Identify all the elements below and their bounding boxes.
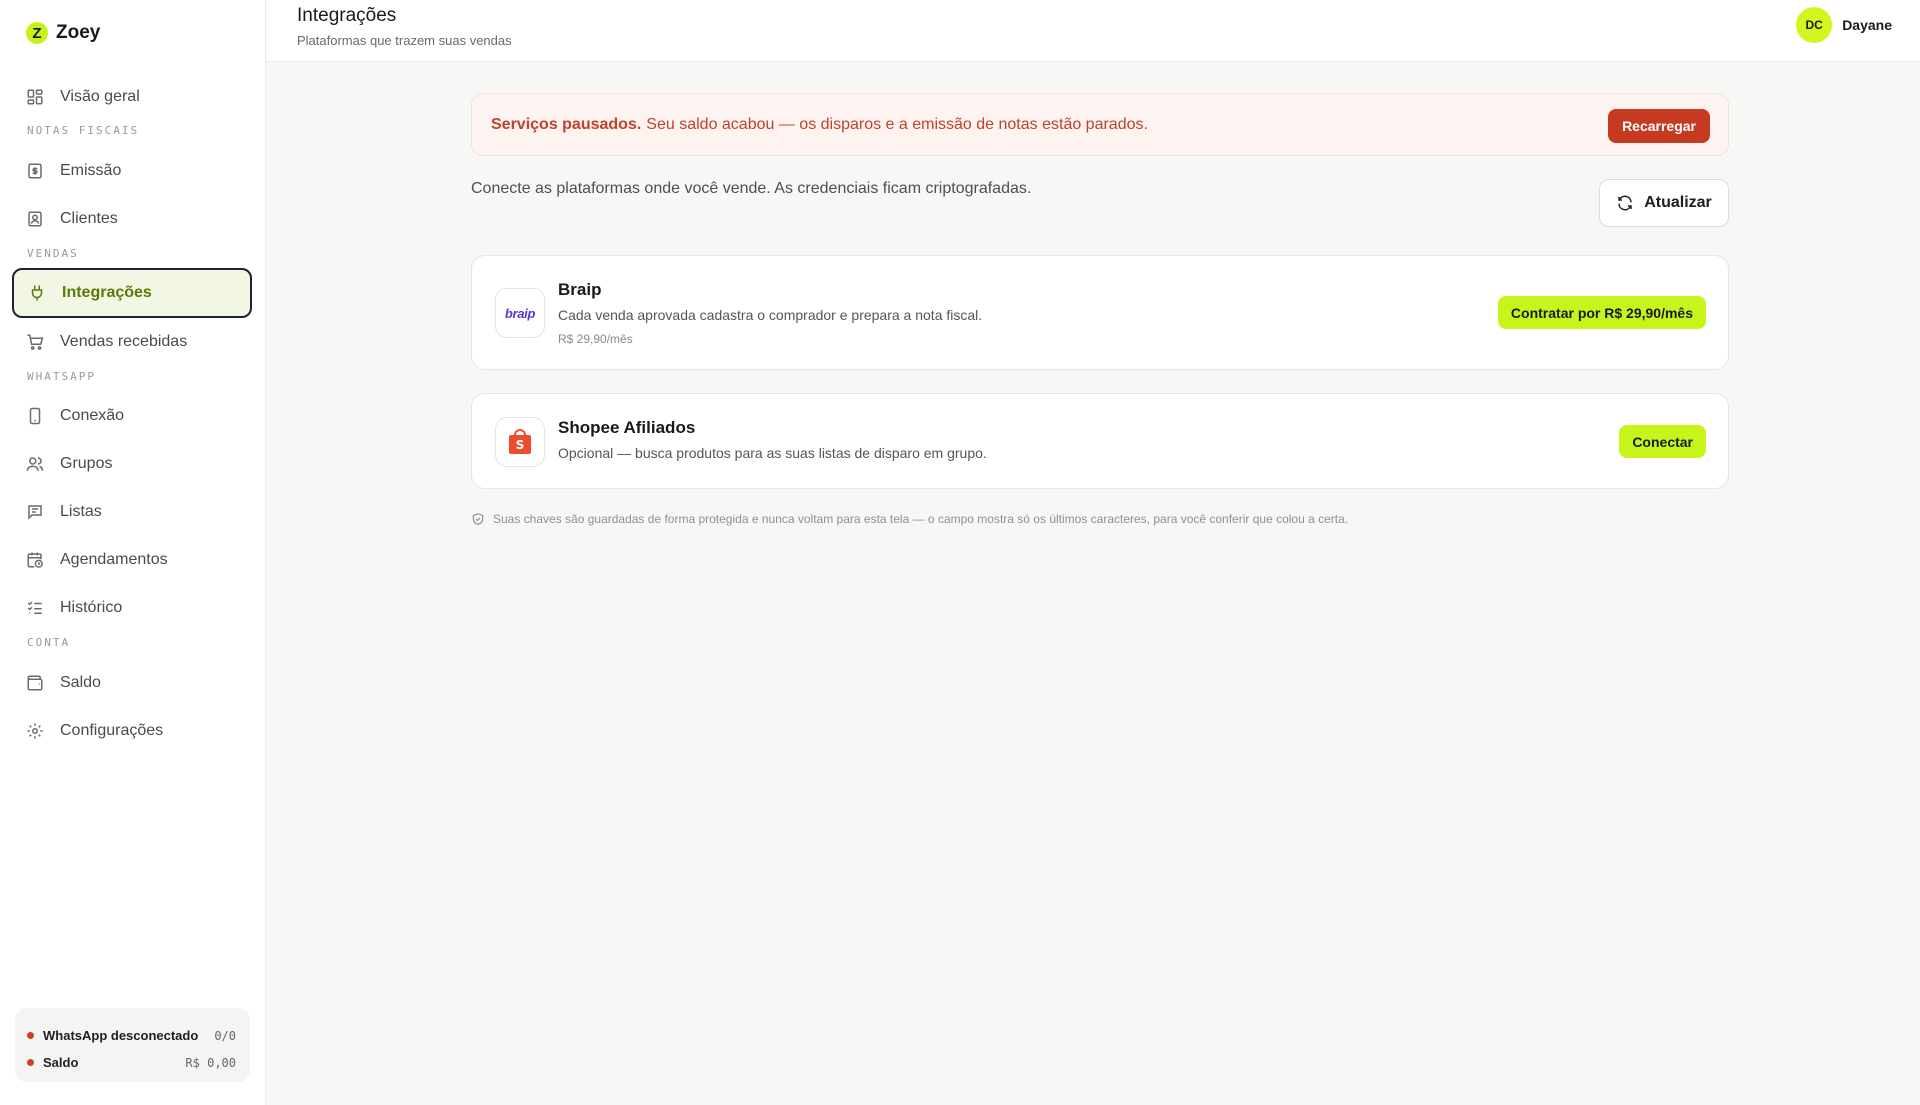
sidebar-item-clientes[interactable]: Clientes <box>12 194 252 244</box>
status-dot-icon <box>27 1059 34 1066</box>
sidebar-item-historico[interactable]: Histórico <box>12 583 252 633</box>
message-list-icon <box>26 503 44 521</box>
wallet-icon <box>26 674 44 692</box>
sidebar-item-conexao[interactable]: Conexão <box>12 391 252 441</box>
saldo-status-label: Saldo <box>43 1055 79 1070</box>
grid-icon <box>26 88 44 106</box>
status-dot-icon <box>27 1032 34 1039</box>
shopee-bag-icon: S <box>509 429 531 454</box>
calendar-clock-icon <box>26 551 44 569</box>
integration-name: Shopee Afiliados <box>558 418 696 437</box>
section-label-conta: CONTA <box>27 636 71 649</box>
users-icon <box>26 455 44 473</box>
sidebar-item-emissao[interactable]: Emissão <box>12 146 252 196</box>
sidebar-item-listas[interactable]: Listas <box>12 487 252 537</box>
sidebar-item-label: Clientes <box>60 210 118 227</box>
refresh-button-label: Atualizar <box>1644 194 1712 211</box>
braip-logo-text: braip <box>504 305 536 321</box>
app-name: Zoey <box>56 22 101 43</box>
user-menu[interactable]: DC Dayane <box>1796 7 1892 43</box>
section-label-notas: NOTAS FISCAIS <box>27 124 140 137</box>
integration-description: Cada venda aprovada cadastra o comprador… <box>558 307 983 323</box>
cart-icon <box>26 333 44 351</box>
refresh-button[interactable]: Atualizar <box>1599 179 1729 227</box>
sidebar-item-label: Vendas recebidas <box>60 333 188 350</box>
sidebar-item-label: Saldo <box>60 674 101 691</box>
app-logo[interactable]: Z Zoey <box>26 22 100 44</box>
sidebar-item-label: Emissão <box>60 162 122 179</box>
footnote-text: Suas chaves são guardadas de forma prote… <box>493 512 1349 526</box>
sidebar: Z Zoey Visão geral NOTAS FISCAIS Emissão… <box>0 0 266 1105</box>
integration-name: Braip <box>558 280 602 299</box>
whatsapp-status[interactable]: WhatsApp desconectado 0/0 <box>27 1022 236 1049</box>
sidebar-item-label: Integrações <box>62 284 152 301</box>
braip-logo: braip <box>495 288 545 338</box>
checklist-icon <box>26 599 44 617</box>
section-label-vendas: VENDAS <box>27 247 79 260</box>
shopee-logo-letter: S <box>516 438 525 452</box>
sidebar-item-saldo[interactable]: Saldo <box>12 658 252 708</box>
phone-icon <box>26 407 44 425</box>
sidebar-item-visao-geral[interactable]: Visão geral <box>12 72 252 122</box>
page-subtitle: Plataformas que trazem suas vendas <box>297 33 512 48</box>
sidebar-item-agendamentos[interactable]: Agendamentos <box>12 535 252 585</box>
shopee-logo: S <box>495 417 545 467</box>
integration-card-braip: braip Braip Cada venda aprovada cadastra… <box>471 255 1729 370</box>
alert-title: Serviços pausados. <box>491 115 642 133</box>
topbar: Integrações Plataformas que trazem suas … <box>266 0 1920 62</box>
sidebar-item-label: Visão geral <box>60 88 140 105</box>
sidebar-item-configuracoes[interactable]: Configurações <box>12 706 252 756</box>
security-footnote: Suas chaves são guardadas de forma prote… <box>471 512 1348 526</box>
recharge-button[interactable]: Recarregar <box>1608 109 1710 143</box>
sidebar-item-vendas-recebidas[interactable]: Vendas recebidas <box>12 317 252 367</box>
sidebar-item-label: Grupos <box>60 455 113 472</box>
saldo-status-value: R$ 0,00 <box>185 1055 236 1070</box>
logo-icon: Z <box>26 22 48 44</box>
alert-text: Seu saldo acabou — os disparos e a emiss… <box>646 115 1148 133</box>
integration-description: Opcional — busca produtos para as suas l… <box>558 445 987 461</box>
paused-services-alert: Serviços pausados. Seu saldo acabou — os… <box>471 93 1729 156</box>
avatar: DC <box>1796 7 1833 43</box>
intro-text: Conecte as plataformas onde você vende. … <box>471 180 1032 197</box>
sidebar-item-label: Histórico <box>60 599 123 616</box>
plug-icon <box>28 284 46 302</box>
page-title: Integrações <box>297 5 397 26</box>
sidebar-item-grupos[interactable]: Grupos <box>12 439 252 489</box>
saldo-status[interactable]: Saldo R$ 0,00 <box>27 1049 236 1076</box>
whatsapp-status-label: WhatsApp desconectado <box>43 1028 199 1043</box>
sidebar-item-label: Agendamentos <box>60 551 168 568</box>
sidebar-item-label: Configurações <box>60 722 164 739</box>
subscribe-braip-button[interactable]: Contratar por R$ 29,90/mês <box>1497 296 1706 329</box>
whatsapp-status-value: 0/0 <box>214 1028 236 1043</box>
user-name: Dayane <box>1842 17 1892 33</box>
sidebar-item-label: Conexão <box>60 407 125 424</box>
integration-price: R$ 29,90/mês <box>558 332 633 346</box>
sidebar-item-label: Listas <box>60 503 102 520</box>
sidebar-item-integracoes[interactable]: Integrações <box>12 268 252 318</box>
section-label-whatsapp: WHATSAPP <box>27 370 96 383</box>
status-panel: WhatsApp desconectado 0/0 Saldo R$ 0,00 <box>15 1008 250 1082</box>
gear-icon <box>26 722 44 740</box>
shield-check-icon <box>472 513 484 525</box>
integration-card-shopee: S Shopee Afiliados Opcional — busca prod… <box>471 393 1729 489</box>
refresh-icon <box>1618 195 1632 211</box>
contact-icon <box>26 210 44 228</box>
connect-shopee-button[interactable]: Conectar <box>1619 425 1706 458</box>
invoice-icon <box>26 162 44 180</box>
